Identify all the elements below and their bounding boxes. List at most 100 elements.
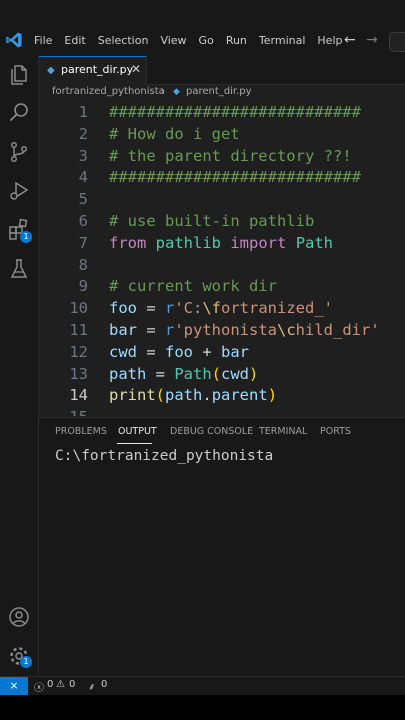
line-number: 5 — [78, 190, 88, 209]
active-tab-indicator — [117, 443, 152, 444]
code-token: . — [202, 386, 212, 405]
menu-file[interactable]: File — [28, 33, 58, 49]
code-line[interactable]: 10 foo = r'C:\fortranized_' — [39, 297, 405, 319]
menu-go[interactable]: Go — [193, 33, 220, 49]
code-token: ) — [249, 364, 259, 383]
code-line[interactable]: 5 — [39, 188, 405, 210]
ports-count[interactable]: 0 — [101, 679, 107, 690]
line-number: 3 — [78, 146, 88, 165]
search-icon[interactable] — [7, 101, 31, 125]
code-token: path — [165, 386, 203, 405]
forward-arrow-icon[interactable]: → — [366, 31, 378, 49]
python-file-icon: ◆ — [173, 87, 180, 97]
menu-edit[interactable]: Edit — [58, 33, 91, 49]
back-arrow-icon[interactable]: ← — [344, 31, 356, 49]
code-line[interactable]: 4 ########################### — [39, 166, 405, 188]
code-token: ( — [211, 364, 221, 383]
warning-count[interactable]: 0 — [69, 679, 75, 690]
line-number: 9 — [78, 277, 88, 296]
code-token: from — [109, 233, 147, 252]
code-text[interactable]: # use built-in pathlib — [109, 210, 314, 232]
code-line[interactable]: 1 ########################### — [39, 101, 405, 123]
code-text[interactable]: ########################### — [109, 101, 361, 123]
code-text[interactable]: ########################### — [109, 166, 361, 188]
code-line[interactable]: 12 cwd = foo + bar — [39, 341, 405, 363]
manage-badge: 1 — [20, 656, 32, 668]
explorer-icon[interactable] — [7, 63, 31, 87]
tab-parent-dir[interactable]: ◆ parent_dir.py ✕ — [39, 56, 147, 85]
menu-terminal[interactable]: Terminal — [253, 33, 312, 49]
code-editor[interactable]: 1 ########################### 2 # How do i … — [39, 101, 405, 416]
code-line[interactable]: 13 path = Path(cwd) — [39, 363, 405, 385]
extensions-badge: 1 — [20, 231, 32, 243]
tab-problems[interactable]: PROBLEMS — [55, 426, 107, 437]
code-line[interactable]: 8 — [39, 254, 405, 276]
line-number: 10 — [69, 299, 88, 318]
code-token: hild_dir' — [295, 321, 380, 339]
account-icon[interactable] — [7, 605, 31, 629]
code-text[interactable]: from pathlib import Path — [109, 232, 333, 254]
code-token: = — [146, 364, 175, 383]
code-text[interactable]: # the parent directory ??! — [109, 145, 352, 167]
code-text[interactable]: path = Path(cwd) — [109, 363, 258, 385]
menu-selection[interactable]: Selection — [92, 33, 155, 49]
tab-bar: ◆ parent_dir.py ✕ — [39, 56, 405, 85]
code-line[interactable]: 11 bar = r'pythonista\child_dir' — [39, 319, 405, 341]
code-token: ) — [267, 386, 278, 405]
code-token: ########################### — [109, 168, 361, 187]
code-token: pathlib — [155, 233, 221, 252]
tab-label: parent_dir.py — [61, 63, 134, 76]
code-token: parent — [211, 386, 268, 405]
code-token: # use built-in pathlib — [109, 212, 315, 230]
code-token: foo — [165, 342, 193, 361]
code-line[interactable]: 6 # use built-in pathlib — [39, 210, 405, 232]
warning-icon[interactable]: ⚠ — [56, 679, 65, 690]
menu-help[interactable]: Help — [311, 33, 348, 49]
testing-flask-icon[interactable] — [7, 257, 31, 281]
code-line[interactable]: 14 print(path.parent) — [39, 384, 405, 406]
tab-debug-console[interactable]: DEBUG CONSOLE — [170, 426, 253, 437]
code-token: \f — [202, 299, 222, 318]
code-token: Path — [174, 364, 212, 383]
code-text[interactable]: foo = r'C:\fortranized_' — [109, 297, 333, 319]
tab-output[interactable]: OUTPUT — [118, 426, 157, 437]
code-line[interactable]: 2 # How do i get — [39, 123, 405, 145]
code-token: = — [137, 299, 165, 318]
status-bar: ⨯ ⓧ 0 ⚠ 0 ⸙ 0 — [0, 676, 405, 695]
error-count[interactable]: 0 — [47, 679, 53, 690]
code-token: ortranized_' — [221, 299, 333, 318]
menu-view[interactable]: View — [154, 33, 192, 49]
line-number: 11 — [69, 321, 88, 339]
code-line[interactable]: 15 — [39, 406, 405, 416]
code-token: = — [137, 342, 165, 361]
remote-indicator-icon[interactable]: ⨯ — [0, 677, 28, 695]
code-line[interactable]: 3 # the parent directory ??! — [39, 145, 405, 167]
line-number: 8 — [78, 255, 88, 274]
error-icon[interactable]: ⓧ — [34, 679, 44, 694]
code-line[interactable]: 9 # current work dir — [39, 275, 405, 297]
code-line[interactable]: 7 from pathlib import Path — [39, 232, 405, 254]
breadcrumb-folder[interactable]: fortranized_pythonista — [52, 86, 165, 97]
command-center[interactable] — [389, 32, 405, 52]
ports-icon[interactable]: ⸙ — [88, 679, 96, 693]
close-icon[interactable]: ✕ — [131, 62, 141, 76]
code-token: bar — [221, 342, 249, 361]
code-text[interactable]: # How do i get — [109, 123, 240, 145]
code-text[interactable]: # current work dir — [109, 275, 277, 297]
code-token: cwd — [109, 342, 137, 361]
source-control-icon[interactable] — [7, 140, 31, 164]
code-token: # current work dir — [109, 277, 277, 296]
code-text[interactable]: print(path.parent) — [109, 384, 277, 406]
menu-run[interactable]: Run — [220, 33, 253, 49]
code-token: r — [165, 321, 175, 339]
run-debug-icon[interactable] — [7, 179, 31, 203]
code-text[interactable]: bar = r'pythonista\child_dir' — [109, 319, 380, 341]
tab-ports[interactable]: PORTS — [320, 426, 351, 437]
activity-bar: 1 1 — [0, 56, 39, 676]
python-file-icon: ◆ — [47, 65, 55, 76]
tab-terminal[interactable]: TERMINAL — [259, 426, 307, 437]
breadcrumb-file[interactable]: parent_dir.py — [186, 86, 252, 97]
code-text[interactable]: cwd = foo + bar — [109, 341, 249, 363]
